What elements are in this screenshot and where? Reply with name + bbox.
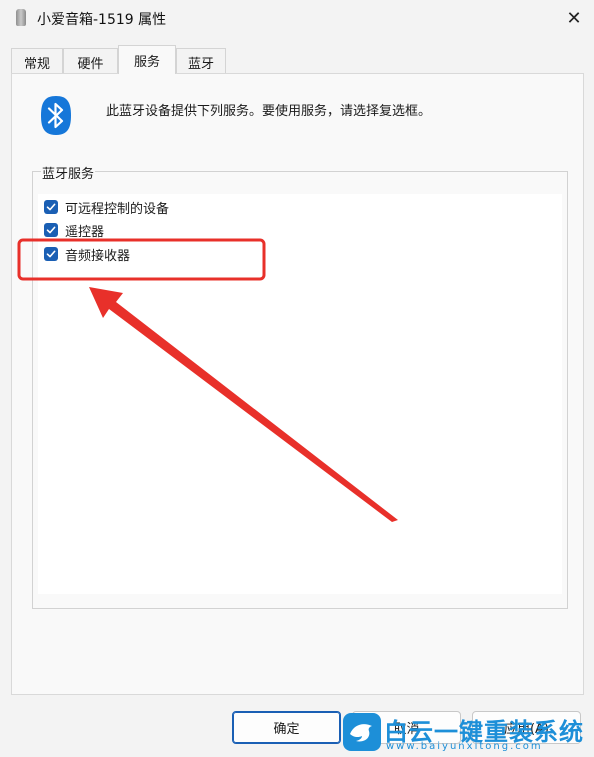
- close-icon: ✕: [566, 7, 582, 29]
- checkmark-icon: [46, 226, 56, 234]
- service-checkbox[interactable]: [44, 223, 58, 237]
- tab-bluetooth[interactable]: 蓝牙: [176, 48, 226, 73]
- services-list: 可远程控制的设备 遥控器 音频接收器: [38, 194, 562, 594]
- service-remote-controllable-device[interactable]: 可远程控制的设备: [44, 197, 169, 217]
- bluetooth-services-group: 蓝牙服务 可远程控制的设备 遥控器 音频接收器: [32, 163, 568, 609]
- service-audio-sink[interactable]: 音频接收器: [44, 244, 130, 264]
- service-remote-control[interactable]: 遥控器: [44, 220, 104, 240]
- tab-general[interactable]: 常规: [11, 48, 63, 73]
- cancel-button[interactable]: 取消: [352, 711, 461, 744]
- speaker-device-icon: [16, 9, 26, 26]
- service-label: 音频接收器: [65, 248, 131, 264]
- service-checkbox[interactable]: [44, 247, 58, 261]
- group-label: 蓝牙服务: [41, 163, 96, 182]
- checkmark-icon: [46, 250, 56, 258]
- checkmark-icon: [46, 203, 56, 211]
- properties-dialog: 小爱音箱-1519 属性 ✕ 常规 硬件 服务 蓝牙 此蓝牙设备提供下列服务。要…: [0, 0, 594, 757]
- services-description: 此蓝牙设备提供下列服务。要使用服务，请选择复选框。: [106, 104, 432, 119]
- tab-hardware[interactable]: 硬件: [63, 48, 118, 73]
- service-label: 可远程控制的设备: [65, 201, 170, 217]
- window-title: 小爱音箱-1519 属性: [37, 12, 167, 28]
- ok-button[interactable]: 确定: [232, 711, 341, 744]
- close-button[interactable]: ✕: [560, 4, 588, 32]
- service-label: 遥控器: [65, 224, 105, 240]
- services-panel: 此蓝牙设备提供下列服务。要使用服务，请选择复选框。 蓝牙服务 可远程控制的设备 …: [11, 73, 584, 695]
- service-checkbox[interactable]: [44, 200, 58, 214]
- bluetooth-icon: [41, 96, 71, 135]
- apply-button[interactable]: 应用(A): [472, 711, 581, 744]
- title-bar: 小爱音箱-1519 属性 ✕: [0, 0, 594, 36]
- tab-services[interactable]: 服务: [118, 45, 176, 74]
